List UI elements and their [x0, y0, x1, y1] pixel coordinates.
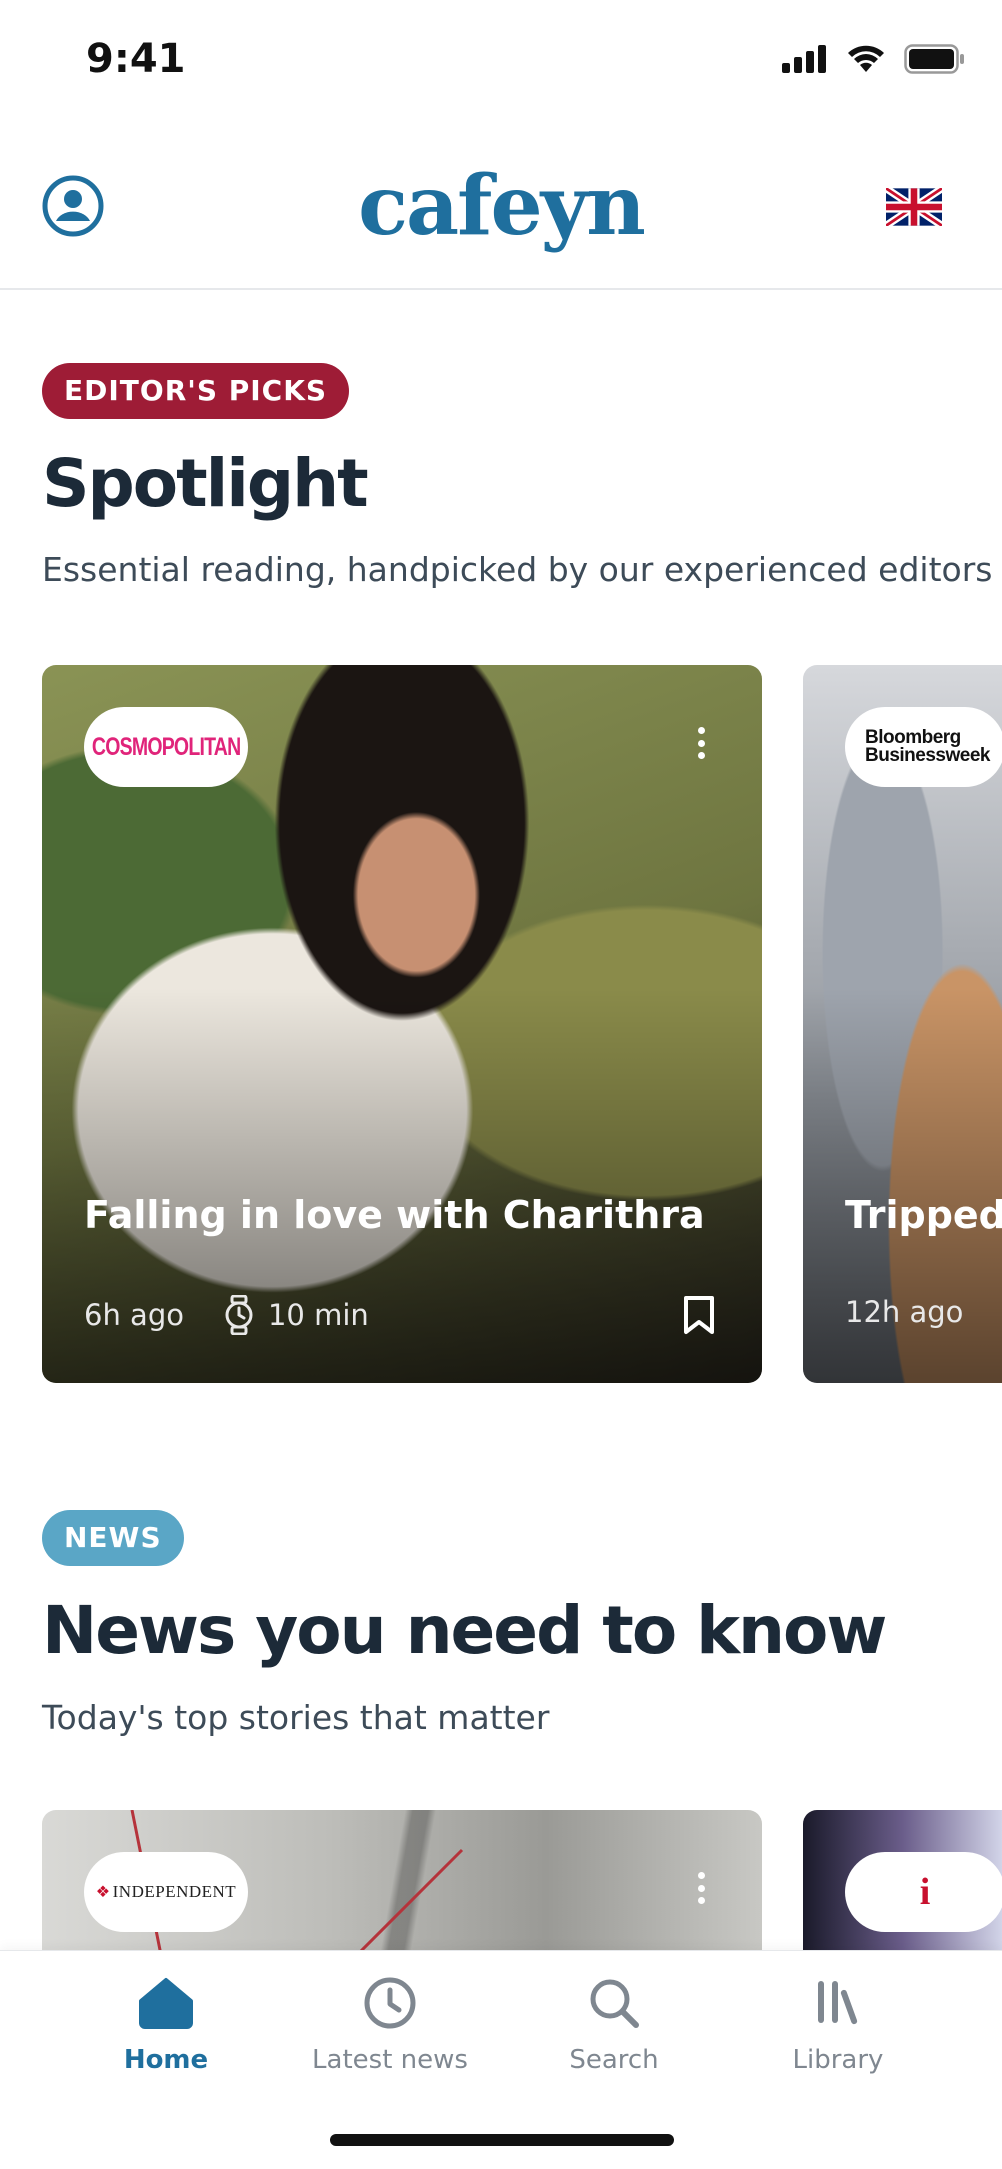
article-meta: 12h ago: [845, 1295, 963, 1329]
wifi-icon: [848, 45, 884, 72]
editors-picks-badge: EDITOR'S PICKS: [42, 363, 350, 419]
bookmark-icon[interactable]: [682, 1295, 716, 1335]
spotlight-title: Spotlight: [42, 445, 369, 522]
tab-search[interactable]: Search: [502, 1971, 726, 2091]
tab-library[interactable]: Library: [726, 1971, 950, 2091]
i-news-brand-chip[interactable]: i: [845, 1852, 1002, 1932]
article-meta: 6h ago 10 min: [84, 1295, 369, 1335]
more-options-button[interactable]: [686, 1868, 716, 1908]
article-title: Falling in love with Charithra: [84, 1193, 705, 1237]
tab-label: Latest news: [312, 2045, 468, 2075]
time-ago: 6h ago: [84, 1298, 184, 1332]
tab-label: Library: [792, 2045, 884, 2075]
time-ago: 12h ago: [845, 1295, 964, 1329]
cosmopolitan-brand-chip[interactable]: COSMOPOLITAN: [84, 707, 248, 787]
bloomberg-brand-chip[interactable]: Bloomberg Businessweek: [845, 707, 1002, 787]
home-indicator: [330, 2134, 674, 2146]
status-icons: [782, 44, 966, 74]
clock-icon: [358, 1971, 422, 2035]
uk-flag-icon[interactable]: [886, 188, 942, 226]
home-icon: [134, 1971, 198, 2035]
cafeyn-logo: cafeyn: [358, 158, 646, 254]
brand-name: ❖ INDEPENDENT: [95, 1882, 237, 1901]
tab-home[interactable]: Home: [54, 1971, 278, 2091]
tab-label: Search: [569, 2045, 659, 2075]
watch-icon: [225, 1295, 253, 1335]
article-title: Tripped: [845, 1193, 1002, 1237]
spotlight-card[interactable]: Bloomberg Businessweek Tripped 12h ago: [803, 665, 1002, 1383]
brand-name: i: [919, 1871, 931, 1913]
library-icon: [806, 1971, 870, 2035]
app-header: cafeyn: [0, 140, 1002, 290]
brand-name: Bloomberg Businessweek: [865, 728, 990, 766]
status-time: 9:41: [86, 36, 186, 82]
news-title: News you need to know: [42, 1592, 887, 1669]
spotlight-card[interactable]: COSMOPOLITAN Falling in love with Charit…: [42, 665, 762, 1383]
status-bar: 9:41: [0, 0, 1002, 120]
news-subtitle: Today's top stories that matter: [42, 1698, 550, 1737]
tab-latest-news[interactable]: Latest news: [278, 1971, 502, 2091]
eagle-icon: ❖: [95, 1884, 111, 1901]
search-icon: [582, 1971, 646, 2035]
more-options-button[interactable]: [686, 723, 716, 763]
brand-line-2: Businessweek: [865, 745, 990, 766]
spotlight-subtitle: Essential reading, handpicked by our exp…: [42, 550, 993, 589]
independent-brand-chip[interactable]: ❖ INDEPENDENT: [84, 1852, 248, 1932]
battery-icon: [904, 44, 964, 74]
tab-label: Home: [123, 2045, 209, 2075]
cellular-signal-icon: [782, 45, 826, 73]
news-badge: NEWS: [42, 1510, 184, 1566]
brand-name: COSMOPOLITAN: [91, 732, 241, 761]
read-time: 10 min: [267, 1298, 369, 1332]
